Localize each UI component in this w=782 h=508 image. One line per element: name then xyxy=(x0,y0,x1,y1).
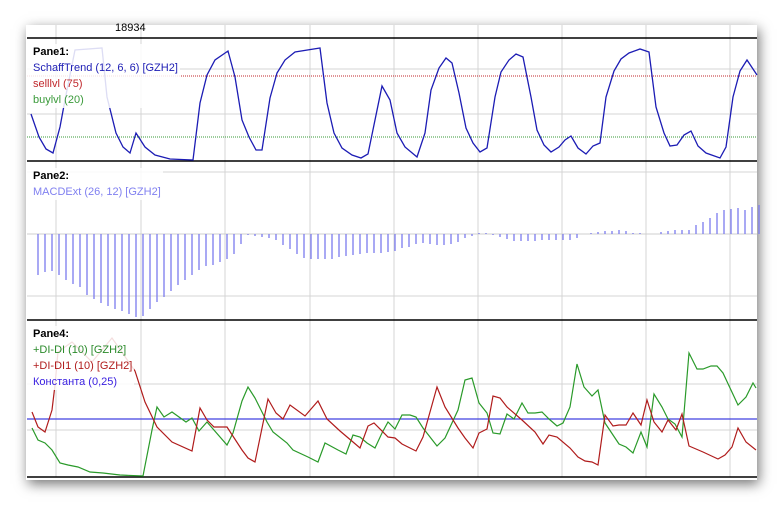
pane4-legend: Pane4: +DI-DI (10) [GZH2] +DI-DI1 (10) [… xyxy=(27,326,135,390)
pane2-title: Pane2: xyxy=(33,170,70,182)
legend-di-di[interactable]: +DI-DI (10) [GZH2] xyxy=(33,342,132,358)
pane4-title: Pane4: xyxy=(33,328,70,340)
pane2-legend: Pane2: MACDExt (26, 12) [GZH2] xyxy=(27,168,163,200)
pane1-legend: Pane1: SchaffTrend (12, 6, 6) [GZH2] sel… xyxy=(27,44,180,108)
legend-selllvl[interactable]: selllvl (75) xyxy=(33,76,178,92)
legend-constant[interactable]: Константа (0,25) xyxy=(33,374,132,390)
legend-schafftrend[interactable]: SchaffTrend (12, 6, 6) [GZH2] xyxy=(33,60,178,76)
top-axis-value: 18934 xyxy=(115,22,146,34)
legend-macdext[interactable]: MACDExt (26, 12) [GZH2] xyxy=(33,184,161,200)
pane1-title: Pane1: xyxy=(33,46,70,58)
legend-buylvl[interactable]: buylvl (20) xyxy=(33,92,178,108)
legend-di-di1[interactable]: +DI-DI1 (10) [GZH2] xyxy=(33,358,132,374)
